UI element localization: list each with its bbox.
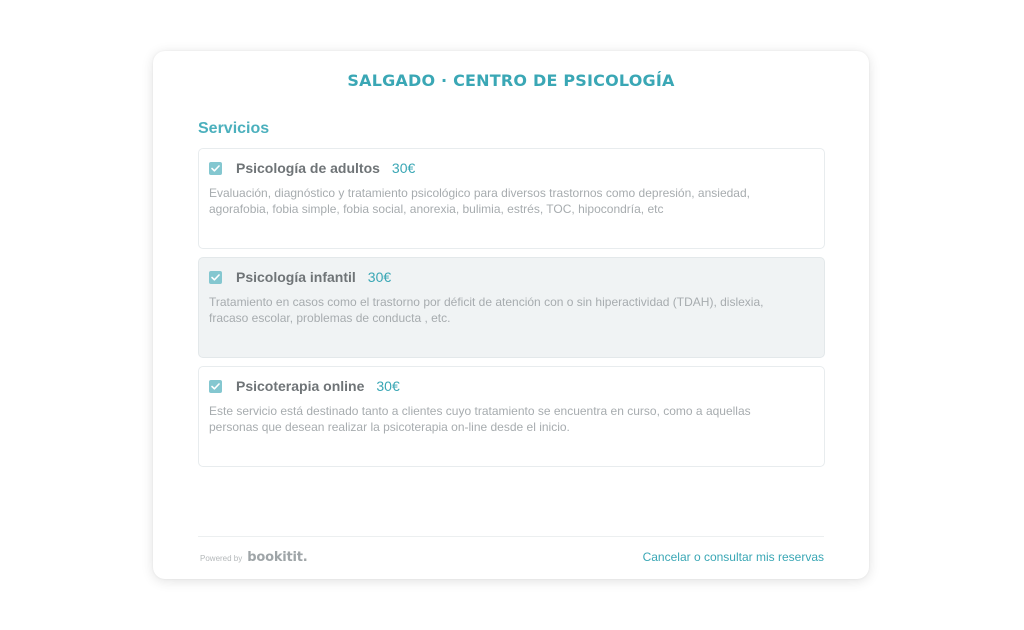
service-head: Psicología infantil 30€ bbox=[209, 269, 391, 285]
service-name: Psicología de adultos bbox=[236, 160, 380, 176]
powered-by: Powered by bookitit. bbox=[200, 550, 308, 565]
service-description: Evaluación, diagnóstico y tratamiento ps… bbox=[209, 186, 750, 216]
service-item-online[interactable]: Psicoterapia online 30€ Este servicio es… bbox=[198, 366, 825, 467]
footer-divider bbox=[198, 536, 824, 537]
service-checkbox[interactable] bbox=[209, 161, 222, 175]
checkmark-icon bbox=[211, 382, 220, 390]
service-description: Este servicio está destinado tanto a cli… bbox=[209, 404, 751, 434]
checkmark-icon bbox=[211, 273, 220, 281]
service-name: Psicoterapia online bbox=[236, 378, 365, 394]
section-title: Servicios bbox=[198, 120, 270, 137]
bookitit-logo[interactable]: bookitit. bbox=[247, 550, 307, 565]
service-name: Psicología infantil bbox=[236, 269, 356, 285]
service-head: Psicoterapia online 30€ bbox=[209, 378, 400, 394]
service-head: Psicología de adultos 30€ bbox=[209, 160, 415, 176]
service-price: 30€ bbox=[391, 160, 416, 176]
booking-widget-card: SALGADO · CENTRO DE PSICOLOGÍA Servicios… bbox=[153, 51, 869, 579]
service-price: 30€ bbox=[376, 378, 400, 394]
service-checkbox[interactable] bbox=[209, 379, 222, 393]
powered-label: Powered by bbox=[200, 554, 243, 563]
service-item-adults[interactable]: Psicología de adultos 30€ Evaluación, di… bbox=[198, 148, 825, 249]
service-description: Tratamiento en casos como el trastorno p… bbox=[209, 295, 764, 325]
service-item-children[interactable]: Psicología infantil 30€ Tratamiento en c… bbox=[198, 257, 825, 358]
service-checkbox[interactable] bbox=[209, 270, 222, 284]
service-price: 30€ bbox=[367, 269, 392, 285]
services-list: Psicología de adultos 30€ Evaluación, di… bbox=[198, 148, 825, 475]
cancel-or-view-bookings-link[interactable]: Cancelar o consultar mis reservas bbox=[643, 550, 824, 564]
checkmark-icon bbox=[211, 164, 220, 172]
brand-title: SALGADO · CENTRO DE PSICOLOGÍA bbox=[347, 71, 675, 90]
